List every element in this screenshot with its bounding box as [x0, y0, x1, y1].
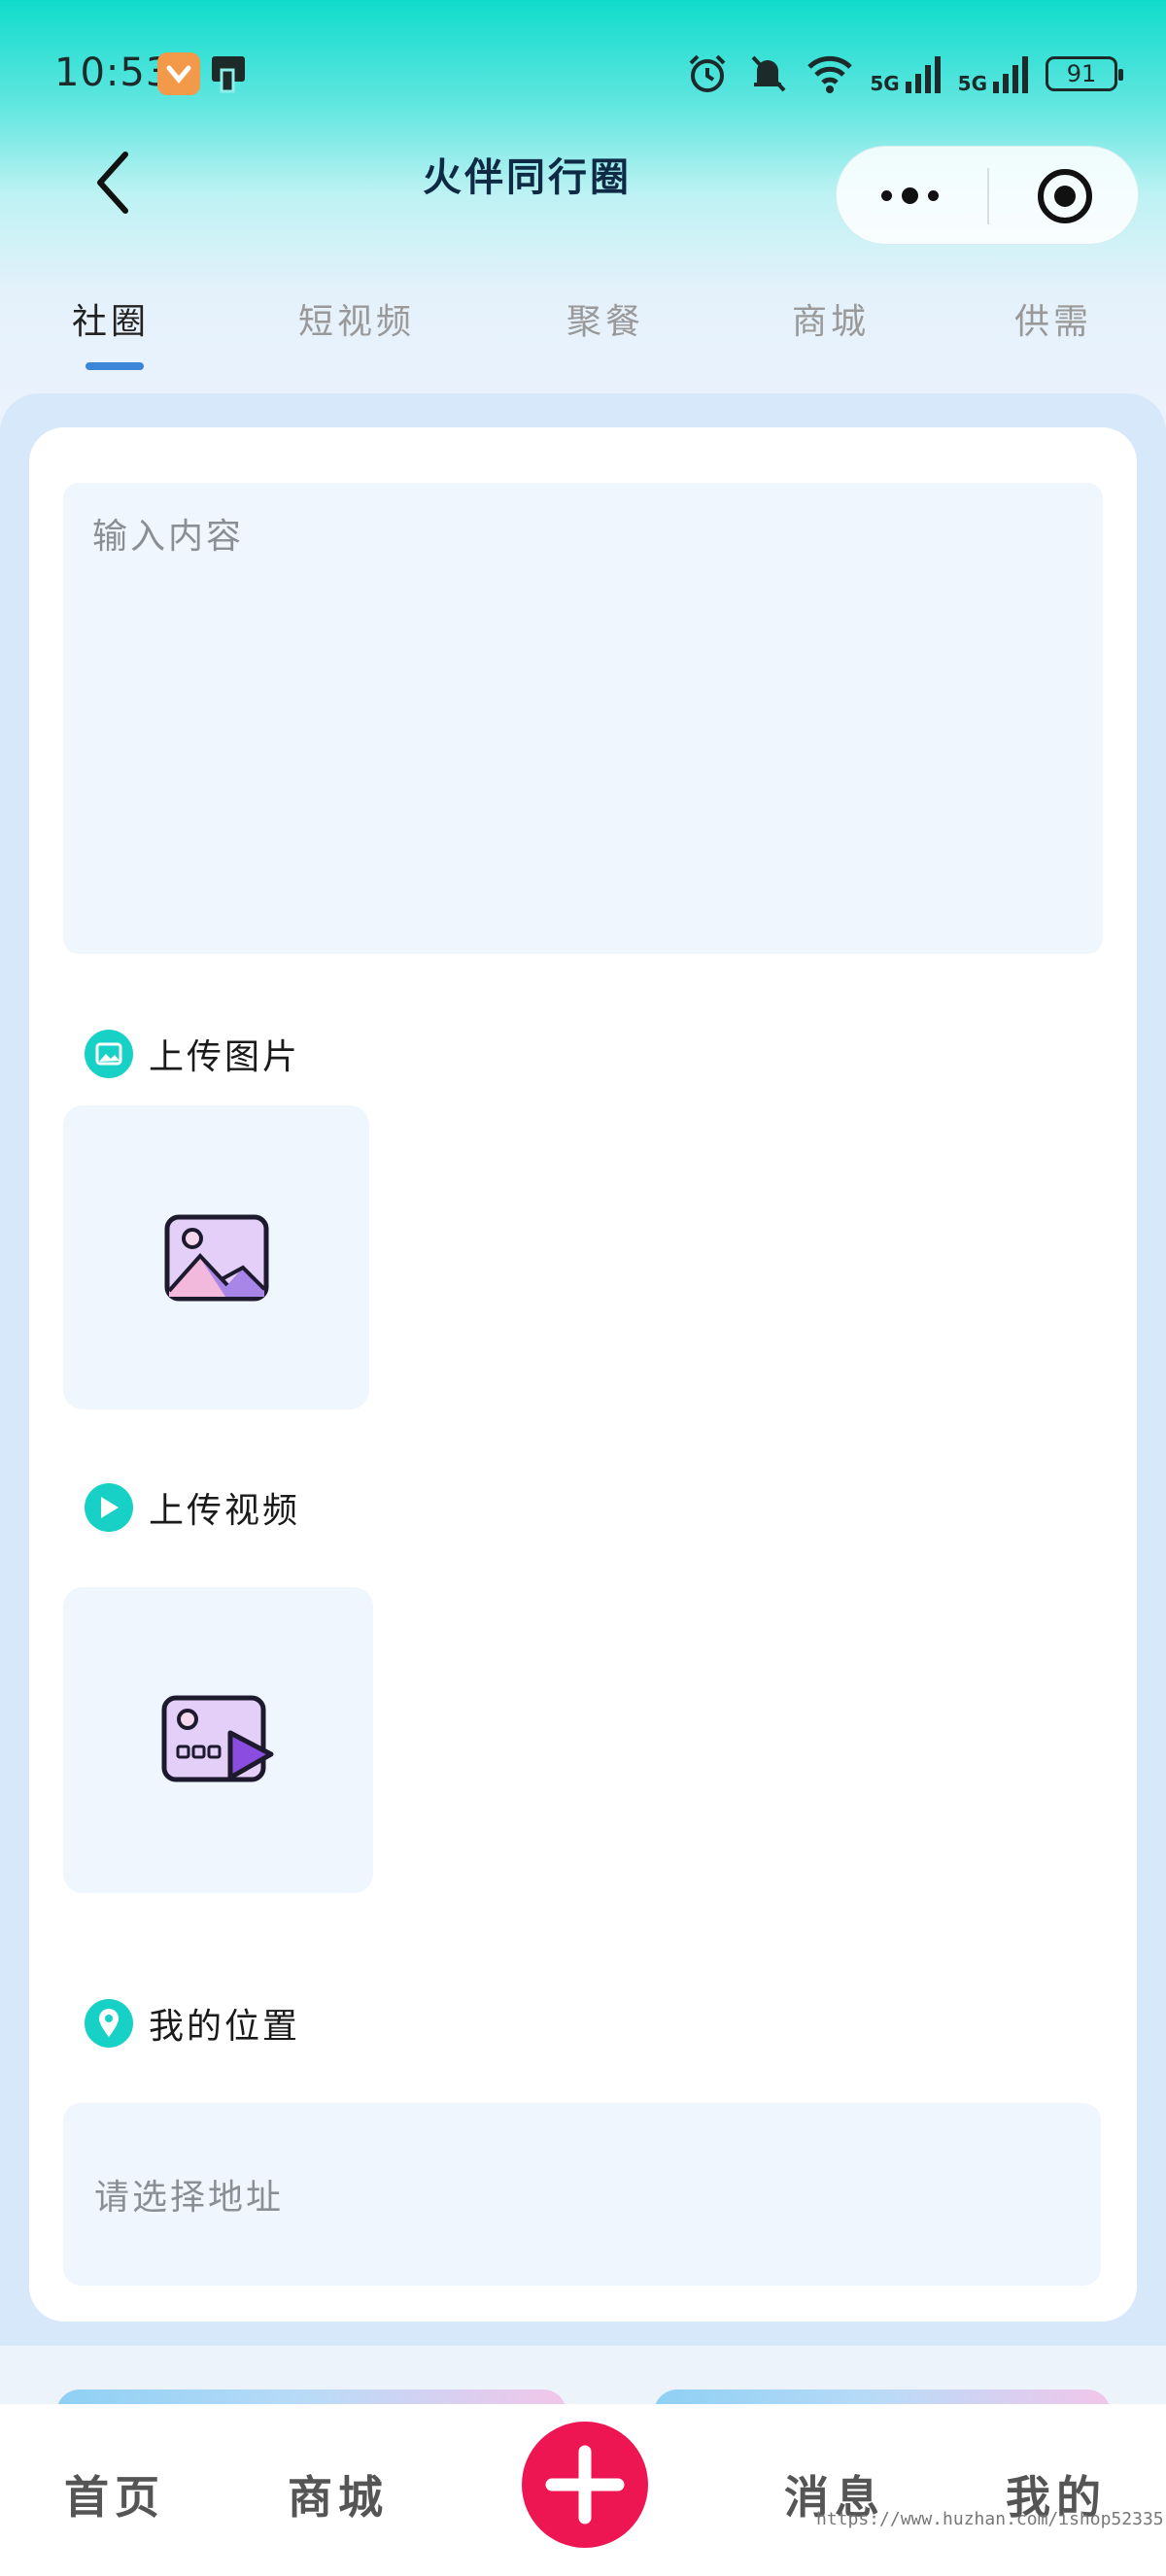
tab-supply-demand[interactable]: 供需 [1014, 293, 1092, 344]
upload-video-section-label: 上传视频 [85, 1482, 300, 1533]
location-section-label: 我的位置 [85, 1998, 300, 2049]
status-time: 10:53 [54, 51, 172, 95]
screen-cast-icon [208, 52, 253, 95]
add-post-button[interactable] [522, 2422, 648, 2548]
signal-2: 5G [958, 54, 1030, 93]
address-select[interactable]: 请选择地址 [63, 2103, 1101, 2286]
capsule-divider [987, 168, 989, 224]
plus-icon [545, 2445, 625, 2525]
tab-social[interactable]: 社圈 [72, 293, 150, 344]
add-video-icon [161, 1695, 273, 1781]
more-dot [901, 186, 918, 204]
play-circle-icon [85, 1483, 133, 1532]
wifi-icon [807, 55, 853, 93]
upload-image-label: 上传图片 [149, 1037, 301, 1077]
target-close-icon [1038, 169, 1092, 223]
more-button[interactable] [837, 147, 982, 244]
tab-mall[interactable]: 商城 [792, 293, 870, 344]
location-label: 我的位置 [149, 2007, 301, 2047]
signal-bars-icon [993, 56, 1028, 93]
status-icons: 5G 5G 91 [685, 47, 1123, 101]
upload-image-section-label: 上传图片 [85, 1029, 300, 1079]
tabbar-mall[interactable]: 商城 [288, 2462, 389, 2526]
signal-bars-icon [905, 56, 941, 93]
mute-bell-icon [751, 55, 786, 92]
content-textarea[interactable]: 输入内容 [63, 483, 1103, 954]
mini-program-capsule [836, 146, 1139, 245]
network-label-1: 5G [870, 72, 900, 95]
tabbar-home[interactable]: 首页 [64, 2462, 165, 2526]
tab-dinner[interactable]: 聚餐 [566, 293, 644, 344]
more-dot [927, 189, 939, 201]
upload-image-button[interactable] [63, 1105, 369, 1409]
signal-1: 5G [870, 54, 942, 93]
picture-icon [85, 1030, 133, 1078]
category-tabs: 社圈 短视频 聚餐 商城 供需 [0, 282, 1166, 389]
address-placeholder: 请选择地址 [94, 2178, 285, 2218]
tab-short-video[interactable]: 短视频 [298, 293, 415, 344]
watermark-text: https://www.huzhan.com/ishop52335 [816, 2509, 1164, 2529]
add-image-icon [164, 1214, 268, 1301]
more-dot [880, 189, 892, 201]
app-notification-icon [157, 52, 200, 95]
alarm-icon [689, 54, 726, 92]
tab-indicator [86, 362, 144, 370]
battery-indicator: 91 [1046, 56, 1123, 91]
close-button[interactable] [1031, 162, 1099, 230]
location-pin-icon [85, 1999, 133, 2048]
upload-video-button[interactable] [63, 1587, 373, 1893]
network-label-2: 5G [957, 72, 987, 95]
upload-video-label: 上传视频 [149, 1491, 301, 1531]
status-bar: 10:53 5G 5G 91 [0, 0, 1166, 146]
